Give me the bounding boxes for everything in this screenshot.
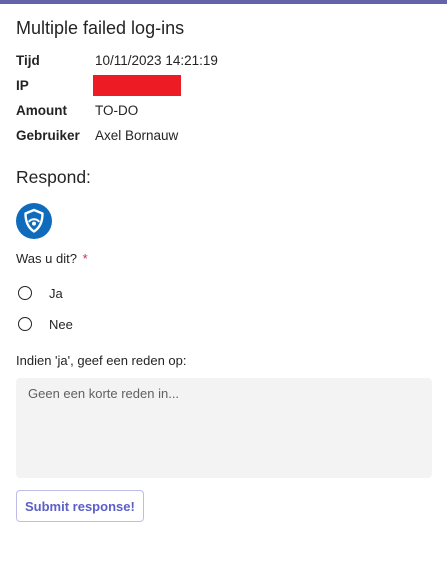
fact-value: Axel Bornauw [95,128,179,143]
required-marker: * [82,251,88,266]
card-title: Multiple failed log-ins [16,18,185,38]
radio-option-nee[interactable]: Nee [18,313,73,335]
question-text: Was u dit? [16,251,77,266]
shield-icon [16,203,52,239]
respond-heading: Respond: [16,167,91,187]
radio-button[interactable] [18,317,32,331]
card-accent-bar [0,0,447,4]
fact-key: IP [16,78,29,93]
fact-key: Tijd [16,53,40,68]
fact-key: Amount [16,103,67,118]
radio-label: Ja [49,285,63,301]
radio-option-ja[interactable]: Ja [18,282,63,304]
radio-button[interactable] [18,286,32,300]
reason-input[interactable] [16,378,432,478]
submit-response-button[interactable]: Submit response! [16,490,144,522]
redacted-ip-block [93,75,181,96]
radio-label: Nee [49,316,73,332]
reason-label: Indien 'ja', geef een reden op: [16,353,187,368]
question-label: Was u dit? * [16,251,88,266]
fact-value: TO-DO [95,103,139,118]
fact-value: 10/11/2023 14:21:19 [95,53,218,68]
fact-key: Gebruiker [16,128,80,143]
